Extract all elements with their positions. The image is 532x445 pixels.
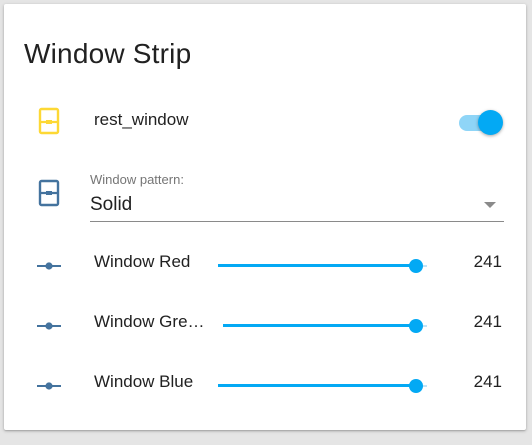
slider-fill <box>223 324 416 327</box>
dropdown-value: Solid <box>90 194 133 215</box>
ray-vertex-icon <box>37 262 61 270</box>
slider-value: 241 <box>473 252 502 271</box>
slider-knob[interactable] <box>408 319 423 333</box>
slider-fill <box>218 264 416 267</box>
slider-label: Window Gre… <box>94 312 205 331</box>
brightness-slider[interactable] <box>218 256 427 276</box>
window-pattern-dropdown[interactable]: Window pattern: Solid <box>90 170 504 222</box>
dropdown-underline <box>90 221 504 222</box>
ray-vertex-icon <box>37 322 61 330</box>
slider-knob[interactable] <box>408 259 423 273</box>
card-title: Window Strip <box>24 38 192 69</box>
slider-fill <box>218 384 416 387</box>
dropdown-label: Window pattern: <box>90 172 184 187</box>
slider-value: 241 <box>473 372 502 391</box>
brightness-slider[interactable] <box>218 376 427 396</box>
switch-label: rest_window <box>94 110 189 129</box>
ray-vertex-icon <box>37 382 61 390</box>
window-shutter-open-icon[interactable] <box>38 107 60 135</box>
chevron-down-icon[interactable] <box>484 202 496 208</box>
rest-window-toggle[interactable] <box>457 108 509 136</box>
slider-knob[interactable] <box>408 379 423 393</box>
slider-label: Window Red <box>94 252 191 271</box>
entity-card: Window Strip rest_window Window pattern:… <box>4 4 526 430</box>
slider-label: Window Blue <box>94 372 194 391</box>
slider-value: 241 <box>473 312 502 331</box>
toggle-thumb <box>478 110 503 135</box>
brightness-slider[interactable] <box>223 316 427 336</box>
window-shutter-icon <box>38 179 60 207</box>
